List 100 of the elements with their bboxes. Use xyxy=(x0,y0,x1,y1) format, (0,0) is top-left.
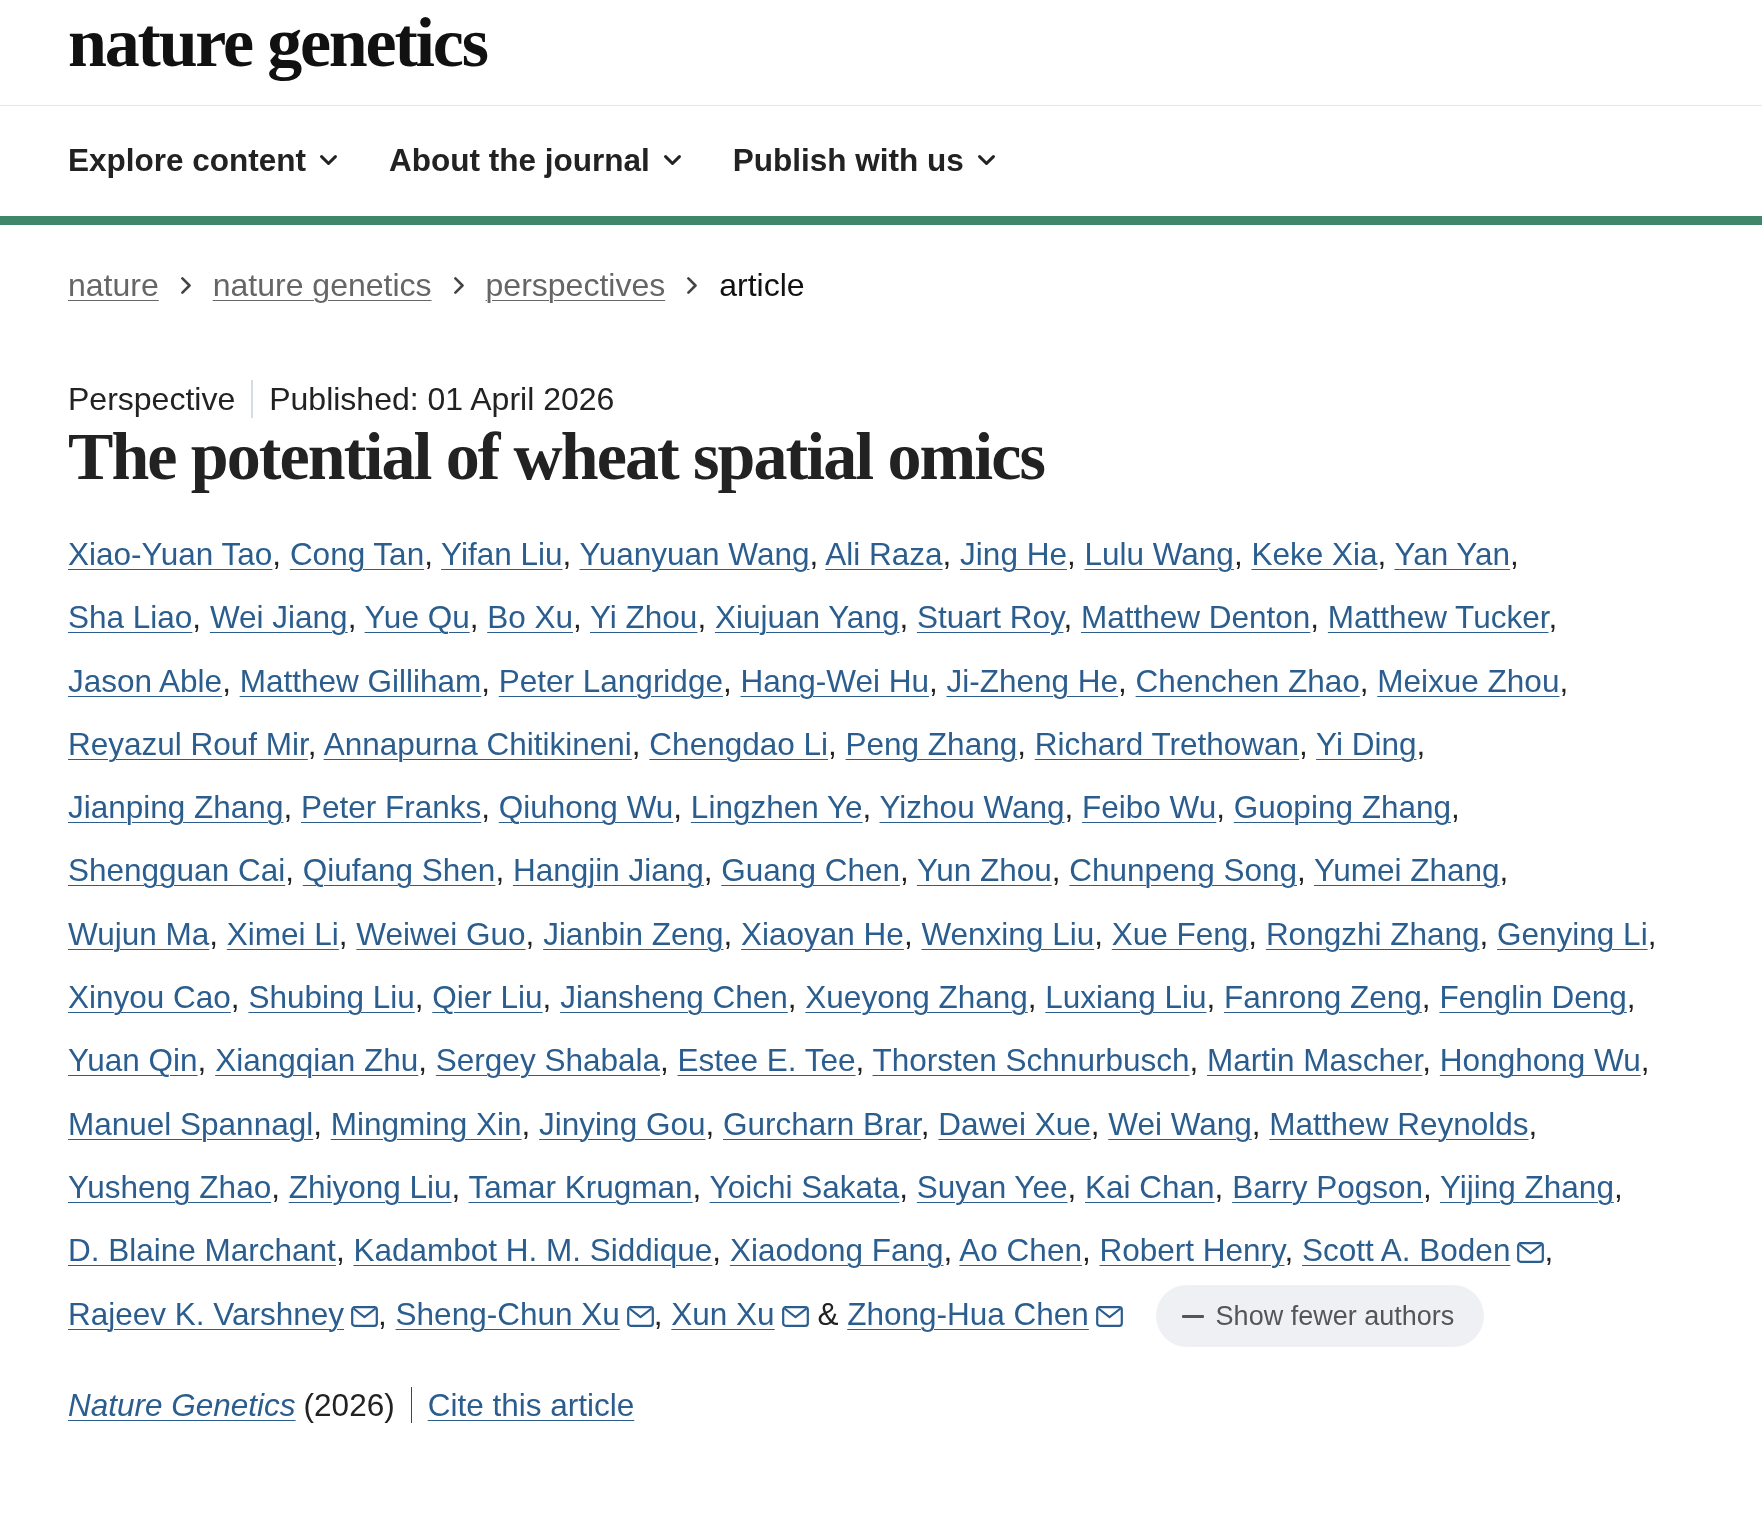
author-link[interactable]: Rajeev K. Varshney xyxy=(68,1295,345,1332)
author-link[interactable]: Guoping Zhang xyxy=(1233,789,1451,826)
envelope-icon[interactable] xyxy=(1517,1242,1545,1264)
author-link[interactable]: Suyan Yee xyxy=(916,1168,1068,1205)
author-link[interactable]: Jason Able xyxy=(68,662,223,699)
author-link[interactable]: Yue Qu xyxy=(364,599,470,636)
author-link[interactable]: Scott A. Boden xyxy=(1302,1232,1511,1269)
envelope-icon[interactable] xyxy=(351,1305,379,1327)
author-link[interactable]: Matthew Denton xyxy=(1080,599,1311,636)
author-link[interactable]: Xiujuan Yang xyxy=(714,599,900,636)
author-link[interactable]: Feibo Wu xyxy=(1082,789,1217,826)
author-link[interactable]: Hangjin Jiang xyxy=(512,852,704,889)
author-link[interactable]: Lingzhen Ye xyxy=(690,789,863,826)
author-link[interactable]: Mingming Xin xyxy=(330,1105,522,1142)
author-link[interactable]: Peter Franks xyxy=(300,789,482,826)
author-link[interactable]: Gurcharn Brar xyxy=(723,1105,921,1142)
envelope-icon[interactable] xyxy=(781,1305,809,1327)
author-link[interactable]: Shubing Liu xyxy=(248,979,415,1016)
nav-menu-button[interactable]: Explore content xyxy=(68,142,338,180)
author-link[interactable]: Jianping Zhang xyxy=(68,789,284,826)
author-link[interactable]: Sha Liao xyxy=(68,599,193,636)
envelope-icon[interactable] xyxy=(1095,1305,1123,1327)
author-link[interactable]: Wei Jiang xyxy=(209,599,348,636)
author-link[interactable]: Chengdao Li xyxy=(649,725,828,762)
author-link[interactable]: Genying Li xyxy=(1497,915,1648,952)
author-link[interactable]: Guang Chen xyxy=(721,852,900,889)
author-link[interactable]: Yusheng Zhao xyxy=(68,1168,272,1205)
author-link[interactable]: Chunpeng Song xyxy=(1069,852,1297,889)
author-link[interactable]: Matthew Gilliham xyxy=(239,662,482,699)
author-link[interactable]: Xiao-Yuan Tao xyxy=(68,536,273,572)
author-link[interactable]: Honghong Wu xyxy=(1439,1042,1641,1079)
author-link[interactable]: Bo Xu xyxy=(487,599,574,636)
nav-menu-button[interactable]: About the journal xyxy=(389,142,681,180)
author-link[interactable]: Yumei Zhang xyxy=(1313,852,1500,889)
author-link[interactable]: Xiangqian Zhu xyxy=(215,1042,419,1079)
author-link[interactable]: Annapurna Chitikineni xyxy=(323,725,632,762)
author-link[interactable]: Xun Xu xyxy=(671,1295,775,1332)
author-link[interactable]: Fenglin Deng xyxy=(1439,979,1627,1016)
author-link[interactable]: Sheng-Chun Xu xyxy=(395,1295,620,1332)
author-link[interactable]: Jinying Gou xyxy=(539,1105,706,1142)
author-link[interactable]: Zhong-Hua Chen xyxy=(847,1295,1089,1332)
author-link[interactable]: Hang-Wei Hu xyxy=(740,662,929,699)
author-link[interactable]: Chenchen Zhao xyxy=(1135,662,1360,699)
author-link[interactable]: Yijing Zhang xyxy=(1439,1168,1614,1205)
nav-menu-button[interactable]: Publish with us xyxy=(732,142,995,180)
author-link[interactable]: Martin Mascher xyxy=(1207,1042,1423,1079)
author-link[interactable]: Matthew Reynolds xyxy=(1269,1105,1529,1142)
author-link[interactable]: Shengguan Cai xyxy=(68,852,286,889)
author-link[interactable]: D. Blaine Marchant xyxy=(68,1232,336,1269)
show-fewer-authors-button[interactable]: Show fewer authors xyxy=(1155,1285,1485,1348)
author-link[interactable]: Keke Xia xyxy=(1251,536,1378,572)
author-link[interactable]: Jianbin Zeng xyxy=(543,915,724,952)
author-link[interactable]: Fanrong Zeng xyxy=(1224,979,1422,1016)
author-link[interactable]: Meixue Zhou xyxy=(1377,662,1560,699)
author-link[interactable]: Zhiyong Liu xyxy=(288,1168,452,1205)
cite-article-link[interactable]: Cite this article xyxy=(427,1387,635,1424)
author-link[interactable]: Wujun Ma xyxy=(68,915,210,952)
author-link[interactable]: Yi Zhou xyxy=(590,599,698,636)
author-link[interactable]: Wei Wang xyxy=(1108,1105,1252,1142)
author-link[interactable]: Kai Chan xyxy=(1085,1168,1215,1205)
envelope-icon[interactable] xyxy=(626,1305,654,1327)
author-link[interactable]: Yizhou Wang xyxy=(879,789,1065,826)
author-link[interactable]: Robert Henry xyxy=(1099,1232,1285,1269)
author-link[interactable]: Xue Feng xyxy=(1111,915,1249,952)
author-link[interactable]: Yuan Qin xyxy=(68,1042,198,1079)
author-link[interactable]: Yoichi Sakata xyxy=(709,1168,900,1205)
author-link[interactable]: Manuel Spannagl xyxy=(68,1105,314,1142)
author-link[interactable]: Sergey Shabala xyxy=(435,1042,660,1079)
author-link[interactable]: Barry Pogson xyxy=(1232,1168,1423,1205)
author-link[interactable]: Cong Tan xyxy=(289,536,425,572)
author-link[interactable]: Matthew Tucker xyxy=(1327,599,1549,636)
author-link[interactable]: Yan Yan xyxy=(1394,536,1511,572)
author-link[interactable]: Xueyong Zhang xyxy=(805,979,1028,1016)
author-link[interactable]: Jing He xyxy=(960,536,1067,572)
author-link[interactable]: Estee E. Tee xyxy=(677,1042,856,1079)
author-link[interactable]: Luxiang Liu xyxy=(1045,979,1207,1016)
author-link[interactable]: Xiaoyan He xyxy=(741,915,904,952)
author-link[interactable]: Kadambot H. M. Siddique xyxy=(353,1232,713,1269)
author-link[interactable]: Ji-Zheng He xyxy=(946,662,1119,699)
author-link[interactable]: Xinyou Cao xyxy=(68,979,231,1016)
author-link[interactable]: Yifan Liu xyxy=(441,536,563,572)
author-link[interactable]: Ao Chen xyxy=(959,1232,1082,1269)
author-link[interactable]: Dawei Xue xyxy=(938,1105,1091,1142)
breadcrumb-link[interactable]: nature genetics xyxy=(212,267,432,303)
author-link[interactable]: Peng Zhang xyxy=(845,725,1018,762)
author-link[interactable]: Thorsten Schnurbusch xyxy=(872,1042,1190,1079)
author-link[interactable]: Qiufang Shen xyxy=(302,852,496,889)
author-link[interactable]: Peter Langridge xyxy=(498,662,723,699)
author-link[interactable]: Yuanyuan Wang xyxy=(579,536,810,572)
journal-link[interactable]: Nature Genetics xyxy=(68,1387,296,1424)
author-link[interactable]: Reyazul Rouf Mir xyxy=(68,725,308,762)
author-link[interactable]: Qier Liu xyxy=(432,979,543,1016)
author-link[interactable]: Jiansheng Chen xyxy=(560,979,788,1016)
author-link[interactable]: Wenxing Liu xyxy=(921,915,1095,952)
author-link[interactable]: Ximei Li xyxy=(226,915,339,952)
author-link[interactable]: Xiaodong Fang xyxy=(729,1232,944,1269)
author-link[interactable]: Yun Zhou xyxy=(916,852,1052,889)
author-link[interactable]: Stuart Roy xyxy=(916,599,1064,636)
author-link[interactable]: Weiwei Guo xyxy=(356,915,526,952)
author-link[interactable]: Tamar Krugman xyxy=(468,1168,693,1205)
